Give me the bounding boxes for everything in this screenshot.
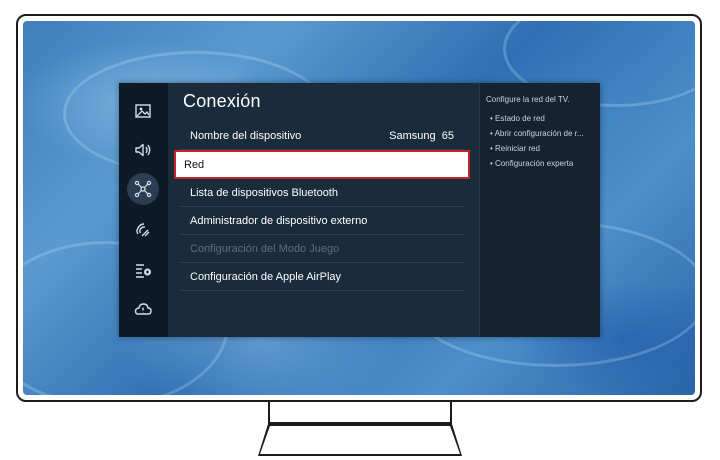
help-list: Estado de red Abrir configuración de r..… [490,111,584,171]
menu-item-label: Red [184,158,205,171]
menu-item-device-name[interactable]: Nombre del dispositivo Samsung 65 [180,122,464,150]
page-title: Conexión [183,91,261,111]
menu-item-external-device-manager[interactable]: Administrador de dispositivo externo [180,207,464,235]
help-panel: Configure la red del TV. Estado de red A… [479,83,600,337]
cloud-icon[interactable] [127,293,159,325]
help-list-item: Configuración experta [490,156,584,171]
menu-item-label: Administrador de dispositivo externo [190,214,368,227]
help-list-item: Abrir configuración de r... [490,126,584,141]
menu-item-bluetooth-list[interactable]: Lista de dispositivos Bluetooth [180,179,464,207]
tv-stand-base-inner [260,426,460,454]
picture-icon[interactable] [127,95,159,127]
menu-item-label: Configuración del Modo Juego [190,242,340,255]
sound-icon[interactable] [127,134,159,166]
tv-stand-neck [268,402,452,424]
settings-main-column: Conexión Nombre del dispositivo Samsung … [168,83,479,337]
menu-item-game-mode: Configuración del Modo Juego [180,235,464,263]
help-title: Configure la red del TV. [486,95,570,104]
support-icon[interactable] [127,214,159,246]
help-list-item: Estado de red [490,111,584,126]
menu-item-label: Nombre del dispositivo [190,129,302,142]
menu-item-label: Lista de dispositivos Bluetooth [190,186,338,199]
menu-item-airplay[interactable]: Configuración de Apple AirPlay [180,263,464,291]
connection-icon[interactable] [127,173,159,205]
settings-panel: Conexión Nombre del dispositivo Samsung … [119,83,600,337]
settings-icon-rail [119,83,168,337]
menu-item-label: Configuración de Apple AirPlay [190,270,342,283]
general-icon[interactable] [127,254,159,286]
menu-item-network[interactable]: Red [174,150,470,179]
help-list-item: Reiniciar red [490,141,584,156]
menu-item-value: Samsung 65 [389,129,454,142]
